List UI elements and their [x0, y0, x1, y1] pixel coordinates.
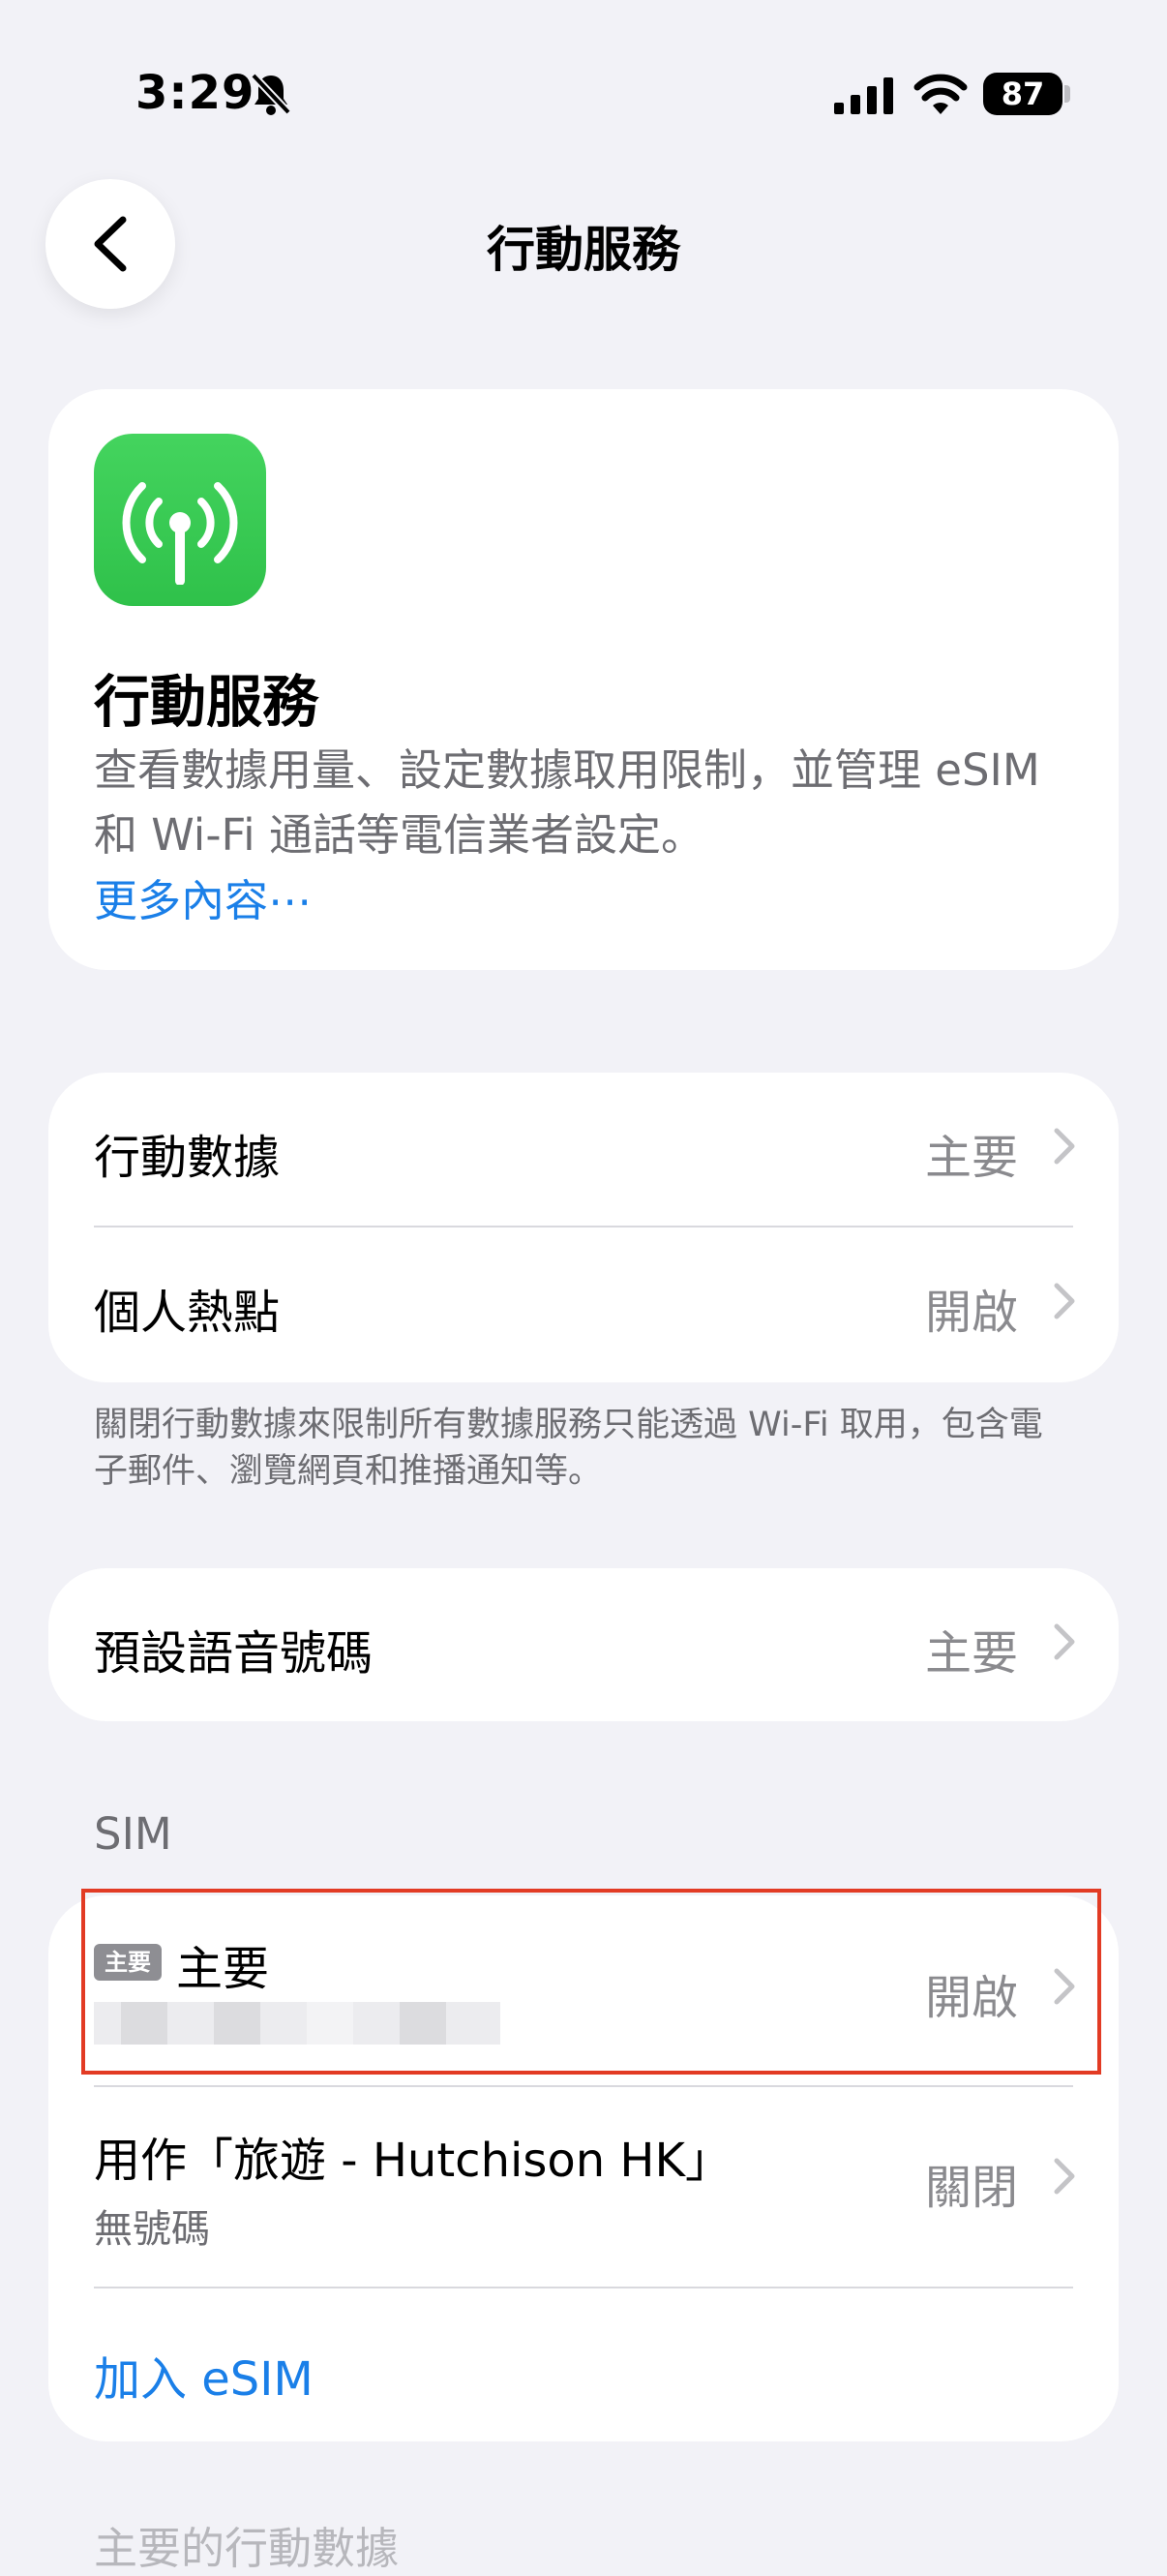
- row-value: 開啟: [924, 1286, 1018, 1340]
- battery-icon: 87: [983, 73, 1062, 115]
- intro-title: 行動服務: [94, 669, 319, 735]
- wifi-icon: [913, 74, 968, 114]
- more-info-link[interactable]: 更多內容⋯: [94, 865, 312, 928]
- row-personal-hotspot[interactable]: 個人熱點 開啟: [48, 1227, 1119, 1380]
- intro-card: 行動服務 查看數據用量、設定數據取用限制，並管理 eSIM 和 Wi-Fi 通話…: [48, 389, 1119, 970]
- intro-description: 查看數據用量、設定數據取用限制，並管理 eSIM 和 Wi-Fi 通話等電信業者…: [94, 744, 1040, 861]
- row-value: 關閉: [924, 2161, 1018, 2215]
- antenna-icon: [122, 482, 238, 585]
- row-label: 個人熱點: [94, 1286, 281, 1340]
- row-label: 預設語音號碼: [94, 1626, 374, 1681]
- cellular-app-icon: [94, 434, 266, 606]
- highlight-box: [81, 1889, 1101, 2075]
- row-sublabel: 無號碼: [94, 2207, 210, 2252]
- row-value: 主要: [924, 1626, 1018, 1681]
- battery-level: 87: [1001, 76, 1045, 112]
- row-add-esim[interactable]: 加入 eSIM: [48, 2288, 1119, 2441]
- cellular-signal-icon: [834, 77, 893, 114]
- row-travel-sim[interactable]: 用作「旅遊 - Hutchison HK」 無號碼 關閉: [48, 2087, 1119, 2288]
- row-label: 用作「旅遊 - Hutchison HK」: [94, 2134, 732, 2188]
- add-esim-link: 加入 eSIM: [94, 2352, 314, 2407]
- page-title: 行動服務: [487, 222, 680, 278]
- bell-off-icon: [251, 73, 291, 115]
- row-default-voice-line[interactable]: 預設語音號碼 主要: [48, 1568, 1119, 1721]
- partial-section-header: 主要的行動數據: [94, 2523, 400, 2574]
- chevron-right-icon: [1054, 1283, 1075, 1319]
- chevron-right-icon: [1054, 1128, 1075, 1165]
- status-bar: 3:29 87: [0, 0, 1167, 194]
- cellular-data-footnote: 關閉行動數據來限制所有數據服務只能透過 Wi-Fi 取用，包含電子郵件、瀏覽網頁…: [94, 1406, 1043, 1491]
- sim-section-header: SIM: [94, 1808, 172, 1860]
- status-time: 3:29: [135, 66, 255, 120]
- chevron-right-icon: [1054, 2158, 1075, 2195]
- voice-group: 預設語音號碼 主要: [48, 1568, 1119, 1721]
- row-cellular-data[interactable]: 行動數據 主要: [48, 1073, 1119, 1226]
- chevron-right-icon: [1054, 1623, 1075, 1660]
- row-label: 行動數據: [94, 1131, 281, 1185]
- cellular-settings-group: 行動數據 主要 個人熱點 開啟: [48, 1073, 1119, 1382]
- battery-tip: [1064, 85, 1070, 103]
- row-value: 主要: [924, 1131, 1018, 1185]
